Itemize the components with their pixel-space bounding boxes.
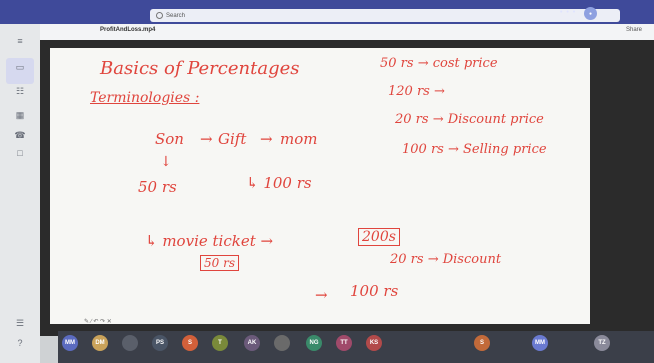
file-name: ProfitAndLoss.mp4	[100, 27, 156, 33]
participant-avatar[interactable]: TZ	[594, 335, 610, 351]
down-arrow: ↓	[160, 154, 172, 170]
whiteboard: Basics of Percentages Terminologies : So…	[50, 48, 590, 324]
more-options-icon[interactable]: • • •	[560, 9, 576, 16]
amount-100: 100 rs	[350, 282, 399, 300]
apps-icon[interactable]: ☰	[13, 316, 27, 330]
participant-avatar[interactable]: DM	[92, 335, 108, 351]
share-button[interactable]: Share	[626, 27, 642, 33]
activity-icon[interactable]: ≡	[13, 34, 27, 48]
board-title: Basics of Percentages	[100, 58, 300, 79]
file-header: ProfitAndLoss.mp4 Share	[40, 24, 654, 41]
legend-discount-price: 20 rs → Discount price	[395, 112, 544, 127]
participant-avatar[interactable]: S	[474, 335, 490, 351]
legend-selling-price: 100 rs → Selling price	[402, 142, 547, 157]
participant-avatar[interactable]: S	[182, 335, 198, 351]
flow-mom: mom	[280, 130, 318, 148]
participant-dock	[58, 331, 654, 363]
help-icon[interactable]: ?	[13, 336, 27, 350]
participant-avatar[interactable]: AK	[244, 335, 260, 351]
flow-son: Son	[155, 130, 184, 148]
arrow-100: →	[315, 286, 328, 304]
discount-line: 20 rs → Discount	[390, 252, 502, 267]
calls-icon[interactable]: ☎	[13, 128, 27, 142]
participant-avatar[interactable]: TT	[336, 335, 352, 351]
participant-avatar[interactable]: KS	[366, 335, 382, 351]
board-subtitle: Terminologies :	[90, 90, 200, 106]
amount-left: 50 rs	[138, 178, 177, 196]
participant-avatar[interactable]: MM	[532, 335, 548, 351]
participant-avatar[interactable]: PS	[152, 335, 168, 351]
participant-avatar[interactable]: MM	[62, 335, 78, 351]
legend-120: 120 rs →	[388, 84, 445, 99]
ticket-price: 200s	[358, 228, 400, 246]
search-placeholder: Search	[166, 12, 186, 19]
files-icon[interactable]: □	[13, 146, 27, 160]
teams-icon[interactable]: ☷	[13, 84, 27, 98]
participant-avatar[interactable]	[122, 335, 138, 351]
pen-toolbar[interactable]: ✎ ∕ ↶ ↷ ✕	[84, 318, 112, 325]
movie-branch: ↳ movie ticket →	[145, 232, 274, 250]
chat-icon[interactable]: ▭	[13, 60, 27, 74]
flow-arrow-2: →	[260, 130, 273, 148]
calendar-icon[interactable]: ▦	[13, 108, 27, 122]
flow-gift: Gift	[218, 130, 247, 148]
flow-arrow-1: →	[200, 130, 213, 148]
user-avatar[interactable]: ●	[584, 7, 597, 20]
participant-avatar[interactable]: T	[212, 335, 228, 351]
search-icon	[156, 12, 163, 19]
legend-cost-price: 50 rs → cost price	[380, 56, 498, 71]
participant-avatar[interactable]	[274, 335, 290, 351]
movie-paid: 50 rs	[200, 255, 239, 271]
search-input[interactable]: Search	[150, 9, 620, 22]
amount-gift: ↳ 100 rs	[246, 174, 312, 192]
participant-avatar[interactable]: NG	[306, 335, 322, 351]
